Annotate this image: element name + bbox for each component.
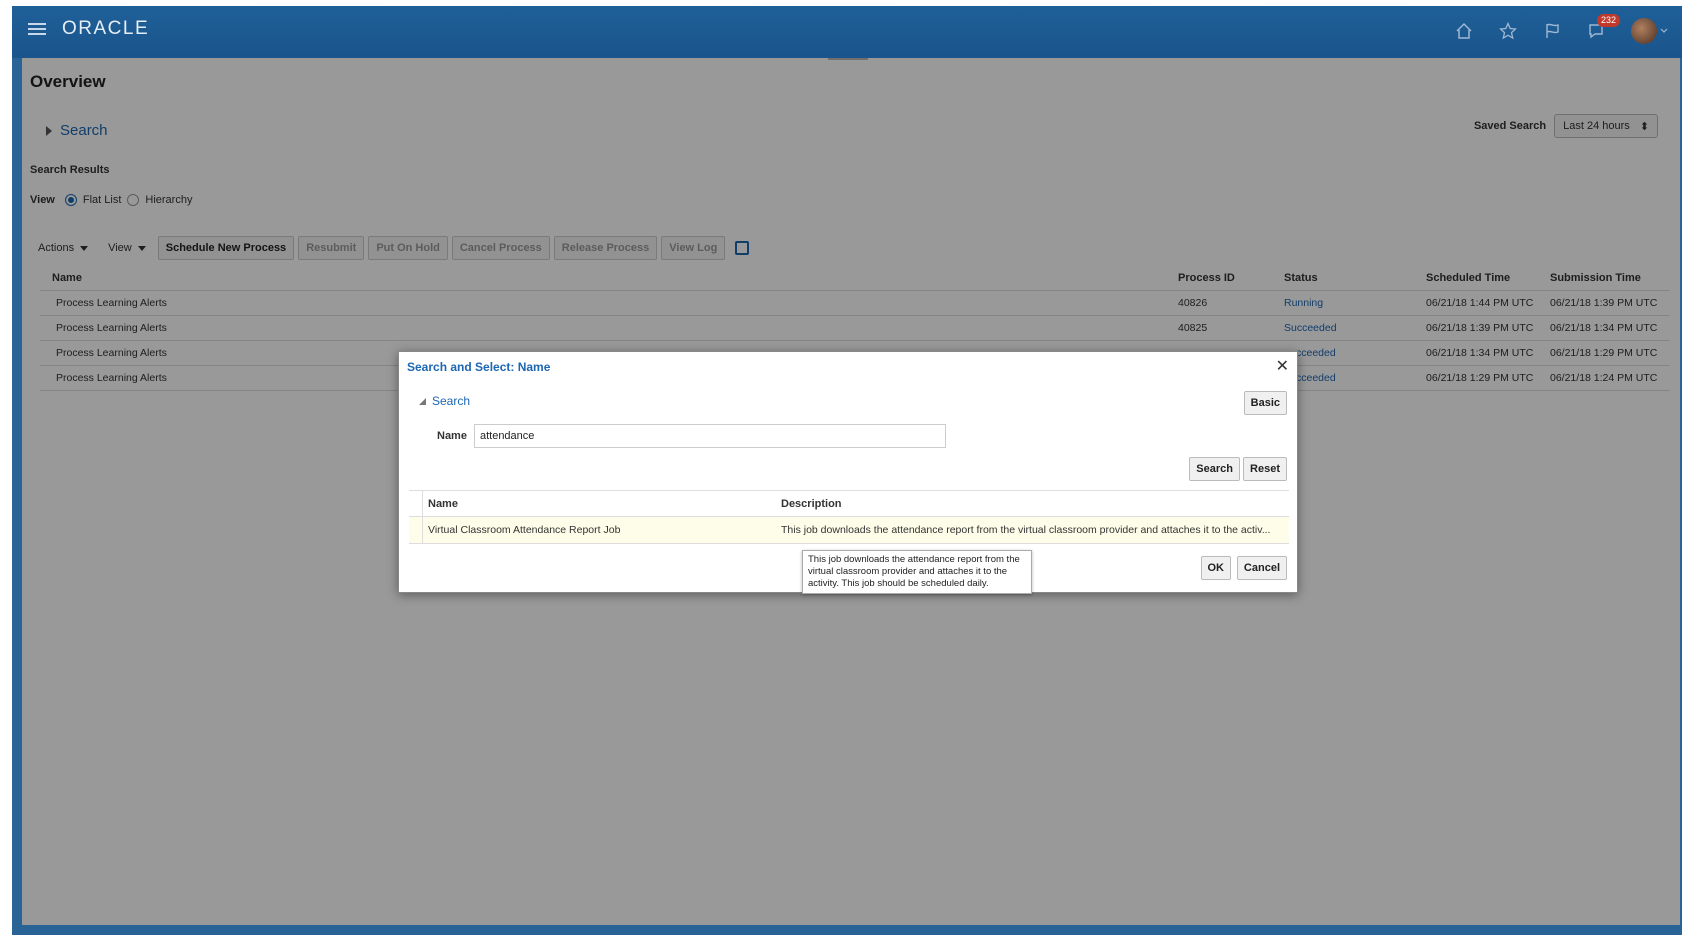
reset-button[interactable]: Reset [1243,457,1287,481]
cancel-button[interactable]: Cancel [1236,556,1287,580]
collapse-icon [419,397,426,405]
col-description[interactable]: Description [781,498,1289,510]
avatar-icon[interactable] [1631,18,1657,44]
dialog-search-label: Search [432,394,471,408]
description-tooltip: This job downloads the attendance report… [802,550,1032,594]
name-field-label: Name [437,430,467,442]
notification-badge: 232 [1597,14,1621,27]
name-field-row: Name [437,424,946,448]
row-header-spacer [409,491,423,516]
search-button[interactable]: Search [1189,457,1240,481]
table-row[interactable]: Virtual Classroom Attendance Report Job … [409,517,1289,544]
col-name[interactable]: Name [423,498,781,510]
home-icon[interactable] [1455,22,1473,40]
close-icon[interactable]: ✕ [1276,356,1289,376]
star-icon[interactable] [1499,22,1517,40]
name-input[interactable] [473,424,946,448]
row-selector[interactable] [409,517,423,543]
ok-button[interactable]: OK [1200,556,1231,580]
cell-name: Virtual Classroom Attendance Report Job [428,524,621,536]
chevron-down-icon [1660,28,1668,33]
notifications-icon[interactable]: 232 [1587,14,1621,40]
top-bar: ORACLE 232 [12,6,1682,58]
hamburger-icon[interactable] [28,20,46,36]
flag-icon[interactable] [1543,22,1561,40]
dialog-title: Search and Select: Name [407,360,551,374]
basic-button[interactable]: Basic [1243,391,1287,415]
dialog-search-disclosure[interactable]: Search [419,394,470,408]
dialog-table-header: Name Description [409,490,1289,517]
user-menu[interactable] [1631,18,1668,44]
oracle-logo[interactable]: ORACLE [62,18,149,40]
dialog-results-table: Name Description Virtual Classroom Atten… [409,490,1289,544]
header-icons: 232 [1455,14,1668,46]
cell-description: This job downloads the attendance report… [781,524,1271,536]
